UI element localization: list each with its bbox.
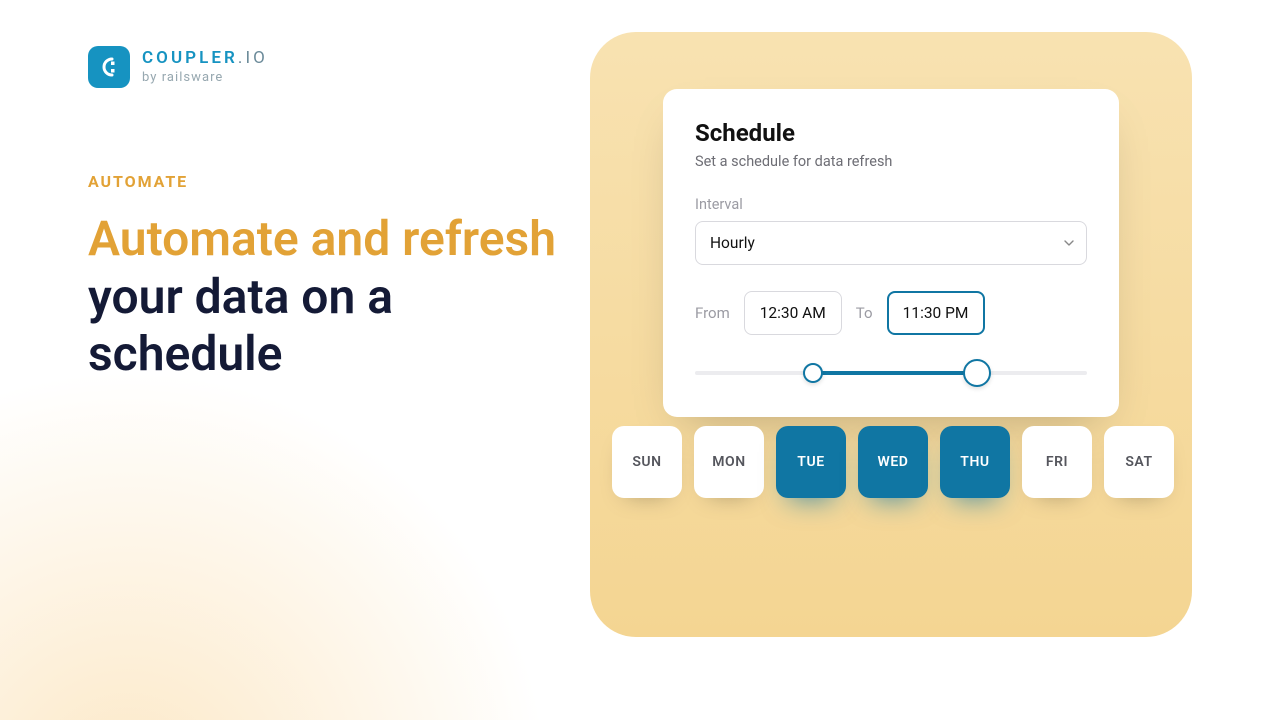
interval-value: Hourly [710,234,755,252]
time-range-row: From 12:30 AM To 11:30 PM [695,291,1087,335]
brand-name: COUPLER.IO [142,50,268,67]
slider-range [813,371,978,375]
panel-title: Schedule [695,119,1087,147]
slider-handle-end[interactable] [963,359,991,387]
from-time-input[interactable]: 12:30 AM [744,291,842,335]
time-range-slider[interactable] [695,363,1087,383]
to-label: To [856,304,873,322]
brand-mark-icon [88,46,130,88]
brand-logo: COUPLER.IO by railsware [88,46,268,88]
from-label: From [695,304,730,322]
panel-subtitle: Set a schedule for data refresh [695,153,1087,170]
day-sat[interactable]: SAT [1104,426,1174,498]
page-headline: Automate and refresh your data on a sche… [88,210,558,383]
day-sun[interactable]: SUN [612,426,682,498]
schedule-stage: Schedule Set a schedule for data refresh… [590,32,1192,637]
day-fri[interactable]: FRI [1022,426,1092,498]
day-tue[interactable]: TUE [776,426,846,498]
section-eyebrow: AUTOMATE [88,172,188,191]
chevron-down-icon [1064,234,1074,252]
day-wed[interactable]: WED [858,426,928,498]
day-thu[interactable]: THU [940,426,1010,498]
day-picker: SUNMONTUEWEDTHUFRISAT [612,426,1170,498]
brand-tagline: by railsware [142,70,268,85]
interval-select[interactable]: Hourly [695,221,1087,265]
schedule-panel: Schedule Set a schedule for data refresh… [663,89,1119,417]
to-time-input[interactable]: 11:30 PM [887,291,985,335]
slider-handle-start[interactable] [803,363,823,383]
interval-label: Interval [695,196,1087,213]
day-mon[interactable]: MON [694,426,764,498]
